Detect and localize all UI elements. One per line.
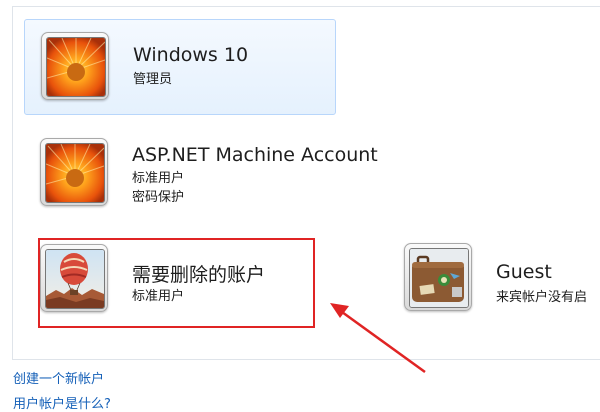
account-status: 来宾帐户没有启 <box>496 290 588 305</box>
account-tile-windows-10[interactable]: Windows 10 管理员 <box>24 19 336 115</box>
account-password-status: 密码保护 <box>132 190 185 205</box>
account-type: 标准用户 <box>132 171 185 186</box>
flower-picture <box>46 37 106 97</box>
account-name: ASP.NET Machine Account <box>132 144 378 166</box>
account-tile-guest[interactable]: Guest 来宾帐户没有启 <box>388 232 600 328</box>
account-picture-frame <box>404 243 472 311</box>
suitcase-picture <box>409 248 469 308</box>
account-name: Guest <box>496 261 552 283</box>
account-name: Windows 10 <box>133 44 249 66</box>
account-help-link[interactable]: 用户帐户是什么? <box>13 393 111 412</box>
create-new-account-link[interactable]: 创建一个新帐户 <box>13 368 104 387</box>
account-picture-frame <box>41 32 109 100</box>
account-type: 管理员 <box>133 72 173 87</box>
flower-picture <box>45 143 105 203</box>
account-tile-aspnet[interactable]: ASP.NET Machine Account 标准用户 密码保护 <box>24 122 404 222</box>
account-picture-frame <box>40 138 108 206</box>
annotation-highlight-box <box>38 238 315 328</box>
